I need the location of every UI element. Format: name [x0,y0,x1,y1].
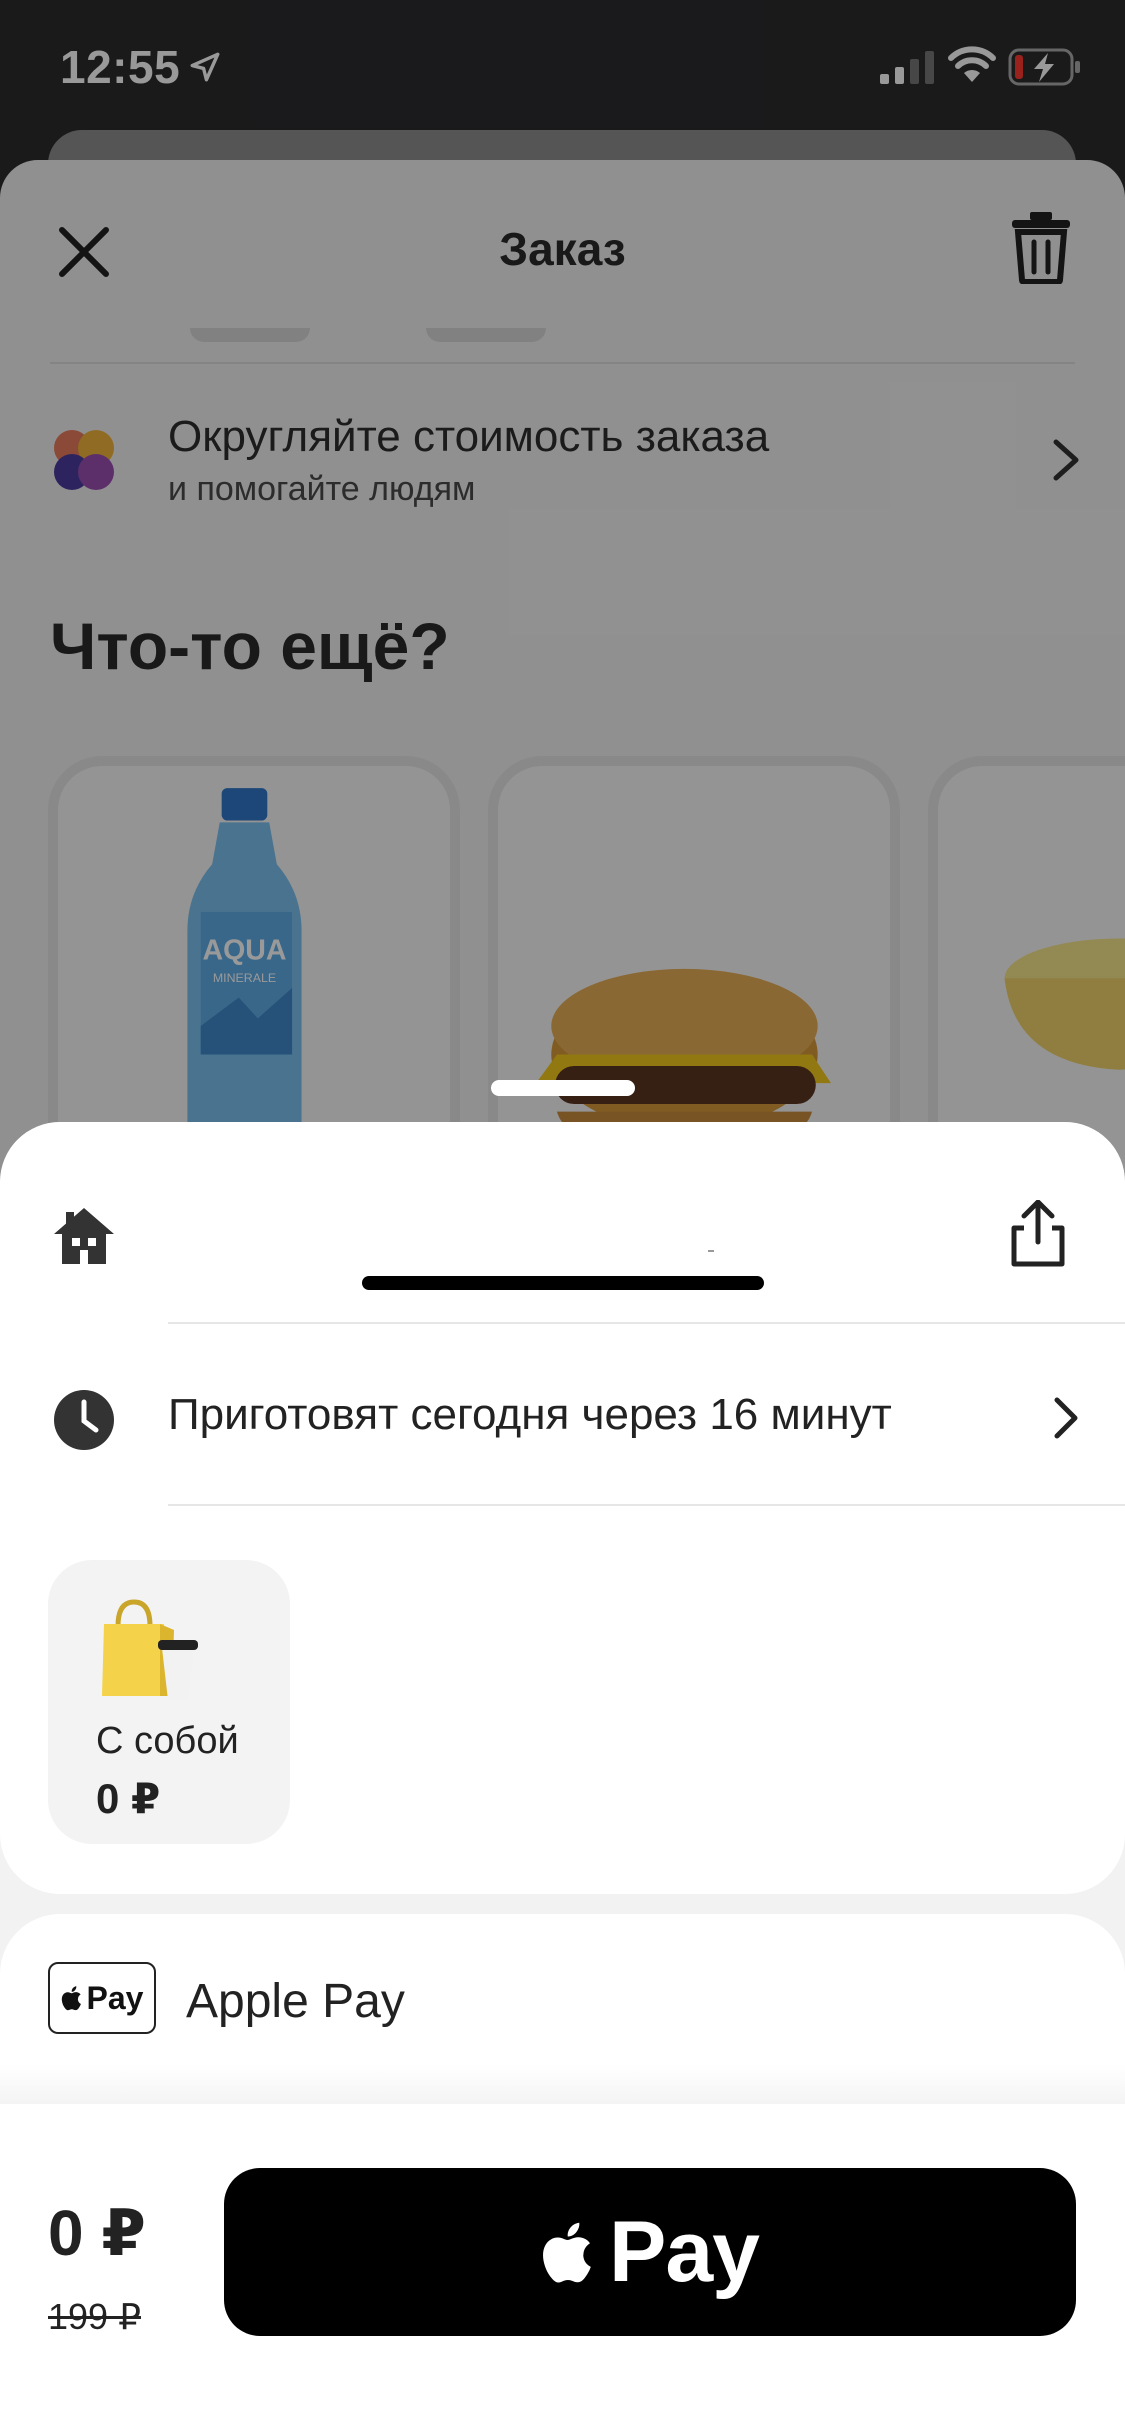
svg-text:AQUA: AQUA [202,934,286,966]
status-time: 12:55 [60,41,181,93]
checkout-footer: 0 ₽ 199 ₽ Pay [0,2144,1125,2435]
apple-logo-icon [543,2222,591,2283]
total-price: 0 ₽ [48,2197,146,2269]
sheet-grab-handle[interactable] [491,1080,635,1096]
trash-icon[interactable] [1010,210,1072,284]
payment-fade [0,2064,1125,2104]
chevron-right-icon [1054,1397,1078,1439]
takeaway-label: С собой [96,1720,239,1762]
takeaway-bag-icon [102,1599,198,1700]
address-text [708,1250,714,1252]
prepare-time-text: Приготовят сегодня через 16 минут [168,1390,892,1439]
chip-placeholder [190,328,310,342]
apple-pay-badge: Pay [48,1962,156,2034]
chip-placeholder [426,328,546,342]
delivery-card: Приготовят сегодня через 16 минут С собо… [0,1122,1125,1894]
apple-pay-button[interactable]: Pay [224,2168,1076,2336]
home-icon [54,1208,114,1264]
svg-text:MINERALE: MINERALE [213,971,276,985]
page-title: Заказ [499,223,626,275]
charity-roundup-row[interactable]: Округляйте стоимость заказа и помогайте … [0,400,1125,520]
chevron-right-icon [1053,439,1079,481]
clock-icon [54,1390,114,1450]
battery-charging-icon [1008,48,1080,86]
charity-subtitle: и помогайте людям [168,470,476,508]
status-bar: 12:55 [0,0,1125,132]
old-total-price: 199 ₽ [48,2296,141,2337]
apple-logo-icon [61,1986,81,2011]
takeaway-price: 0 ₽ [96,1775,161,1822]
home-indicator[interactable] [362,1276,764,1290]
cell-signal-icon [880,51,934,84]
wifi-icon [948,46,996,82]
takeaway-option[interactable]: С собой 0 ₽ [48,1560,290,1844]
checkout-sheet: Приготовят сегодня через 16 минут С собо… [0,1122,1125,2435]
charity-icon [54,430,114,490]
share-icon[interactable] [1008,1200,1068,1268]
pay-button-label: Pay [608,2203,760,2300]
divider [168,1322,1125,1324]
divider [168,1504,1125,1506]
charity-title: Округляйте стоимость заказа [168,412,770,461]
upsell-title: Что-то ещё? [50,609,450,683]
apple-pay-badge-text: Pay [86,1979,144,2016]
payment-method-label: Apple Pay [186,1975,405,2028]
divider [50,362,1075,364]
location-arrow-icon [190,52,220,82]
